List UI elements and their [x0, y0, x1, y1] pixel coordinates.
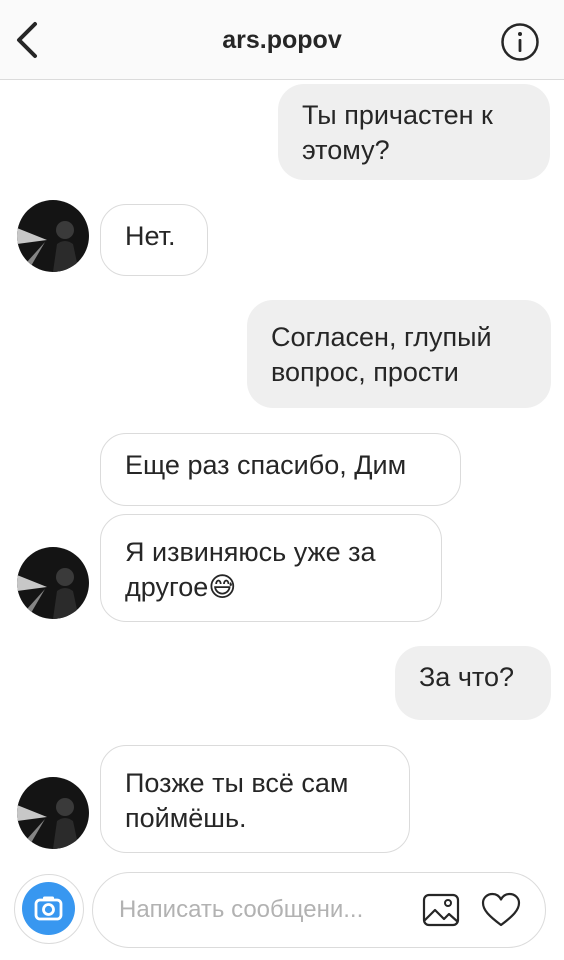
outgoing-message[interactable]: Согласен, глупый вопрос, прости — [247, 300, 551, 408]
message-thread[interactable]: Ты причастен к этому? Нет. Согласен, глу… — [0, 80, 564, 870]
incoming-message[interactable]: Я извиняюсь уже за другое😅 — [100, 514, 442, 622]
outgoing-message[interactable]: Ты причастен к этому? — [278, 84, 550, 180]
outgoing-message[interactable]: За что? — [395, 646, 551, 720]
info-icon — [501, 23, 539, 61]
incoming-message[interactable]: Нет. — [100, 204, 208, 276]
avatar-photo — [17, 200, 89, 272]
like-button[interactable] — [481, 892, 521, 928]
message-composer — [0, 870, 564, 960]
incoming-message[interactable]: Еще раз спасибо, Дим — [100, 433, 461, 506]
camera-button-fill — [22, 882, 75, 935]
conversation-title[interactable]: ars.popov — [0, 26, 564, 55]
heart-icon — [481, 892, 521, 927]
camera-button[interactable] — [14, 874, 84, 944]
gallery-button[interactable] — [421, 891, 461, 929]
message-input-container[interactable] — [92, 872, 546, 948]
avatar[interactable] — [17, 200, 89, 272]
camera-icon — [34, 896, 63, 921]
message-input[interactable] — [119, 893, 399, 927]
chat-header: ars.popov — [0, 0, 564, 80]
gallery-icon — [422, 893, 460, 927]
avatar[interactable] — [17, 547, 89, 619]
avatar-photo — [17, 547, 89, 619]
avatar-photo — [17, 777, 89, 849]
avatar[interactable] — [17, 777, 89, 849]
incoming-message[interactable]: Позже ты всё сам поймёшь. — [100, 745, 410, 853]
info-button[interactable] — [500, 22, 540, 62]
